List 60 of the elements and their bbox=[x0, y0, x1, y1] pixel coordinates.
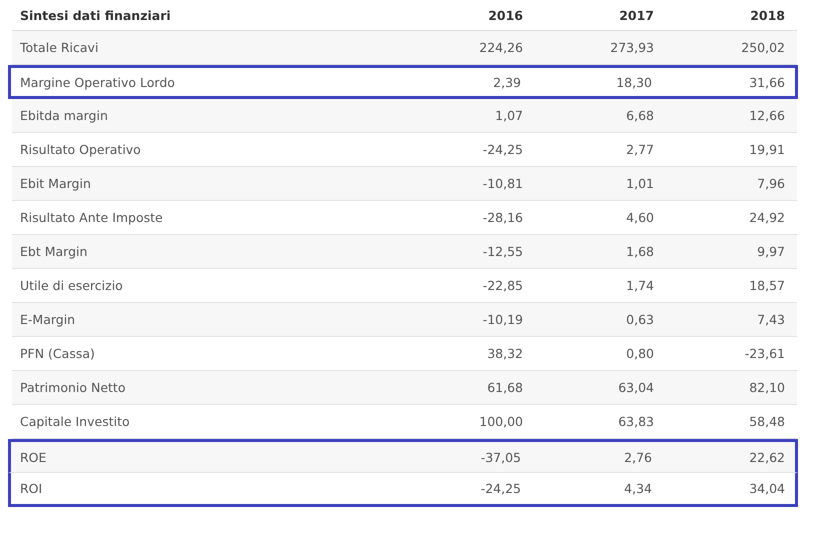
table-cell-text: 273,93 bbox=[609, 40, 655, 55]
table-cell-text: Margine Operativo Lordo bbox=[19, 74, 176, 90]
table-cell-text: Utile di esercizio bbox=[19, 278, 124, 293]
table-cell-text: 22,62 bbox=[748, 450, 786, 464]
column-header: 2018 bbox=[749, 8, 786, 22]
table-cell-text: Risultato Operativo bbox=[19, 142, 142, 157]
column-header: 2017 bbox=[618, 8, 655, 22]
table-cell-text: Risultato Ante Imposte bbox=[19, 210, 164, 225]
table-cell-text: ROI bbox=[19, 481, 44, 496]
table-cell-text: 31,66 bbox=[748, 74, 786, 90]
table-cell-text: -22,85 bbox=[482, 278, 524, 293]
table-cell-text: Ebt Margin bbox=[19, 244, 88, 259]
table-cell-text: -24,25 bbox=[480, 481, 522, 496]
table-cell-text: 224,26 bbox=[478, 40, 524, 55]
table-cell-text: 1,68 bbox=[625, 244, 655, 259]
table-cell-text: 58,48 bbox=[748, 414, 786, 429]
table-cell-text: 2,76 bbox=[623, 450, 653, 464]
table-cell-text: -12,55 bbox=[482, 244, 524, 259]
table-cell-text: -37,05 bbox=[480, 450, 522, 464]
table-cell-text: Ebit Margin bbox=[19, 176, 92, 191]
table-cell-text: 1,01 bbox=[625, 176, 655, 191]
table-cell-text: 1,74 bbox=[625, 278, 655, 293]
table-cell-text: 63,04 bbox=[617, 380, 655, 395]
table-cell-text: 100,00 bbox=[478, 414, 524, 429]
table-cell-text: 0,63 bbox=[625, 312, 655, 327]
table-cell-text: 4,60 bbox=[625, 210, 655, 225]
table-cell-text: 82,10 bbox=[748, 380, 786, 395]
table-cell-text: 7,43 bbox=[756, 312, 786, 327]
table-cell-text: -23,61 bbox=[744, 346, 786, 361]
table-cell-text: 38,32 bbox=[486, 346, 524, 361]
table-cell-text: Totale Ricavi bbox=[19, 40, 100, 55]
table-cell-text: 24,92 bbox=[748, 210, 786, 225]
table-cell-text: -24,25 bbox=[482, 142, 524, 157]
table-cell-text: 4,34 bbox=[623, 481, 653, 496]
table-cell-text: 18,30 bbox=[615, 74, 653, 90]
table-cell-text: Ebitda margin bbox=[19, 108, 109, 123]
table-cell-text: 250,02 bbox=[740, 40, 786, 55]
table-cell-text: ROE bbox=[19, 450, 48, 464]
column-header: 2016 bbox=[487, 8, 524, 22]
table-cell-text: E-Margin bbox=[19, 312, 76, 327]
table-cell-text: 7,96 bbox=[756, 176, 786, 191]
table-cell-text: 2,77 bbox=[625, 142, 655, 157]
table-cell-text: 2,39 bbox=[492, 74, 522, 90]
table-cell-text: -10,81 bbox=[482, 176, 524, 191]
table-cell-text: 63,83 bbox=[617, 414, 655, 429]
table-cell-text: Capitale Investito bbox=[19, 414, 131, 429]
table-cell-text: 9,97 bbox=[756, 244, 786, 259]
table-cell-text: 18,57 bbox=[748, 278, 786, 293]
table-cell-text: 0,80 bbox=[625, 346, 655, 361]
table-cell-text: PFN (Cassa) bbox=[19, 346, 96, 361]
table-cell-text: Patrimonio Netto bbox=[19, 380, 126, 395]
table-cell-text: 61,68 bbox=[486, 380, 524, 395]
column-header: Sintesi dati finanziari bbox=[19, 8, 172, 22]
table-cell-text: -10,19 bbox=[482, 312, 524, 327]
table-cell-text: 1,07 bbox=[494, 108, 524, 123]
table-cell-text: -28,16 bbox=[482, 210, 524, 225]
table-cell-text: 19,91 bbox=[748, 142, 786, 157]
table-cell-text: 34,04 bbox=[748, 481, 786, 496]
table-cell-text: 12,66 bbox=[748, 108, 786, 123]
table-cell-text: 6,68 bbox=[625, 108, 655, 123]
